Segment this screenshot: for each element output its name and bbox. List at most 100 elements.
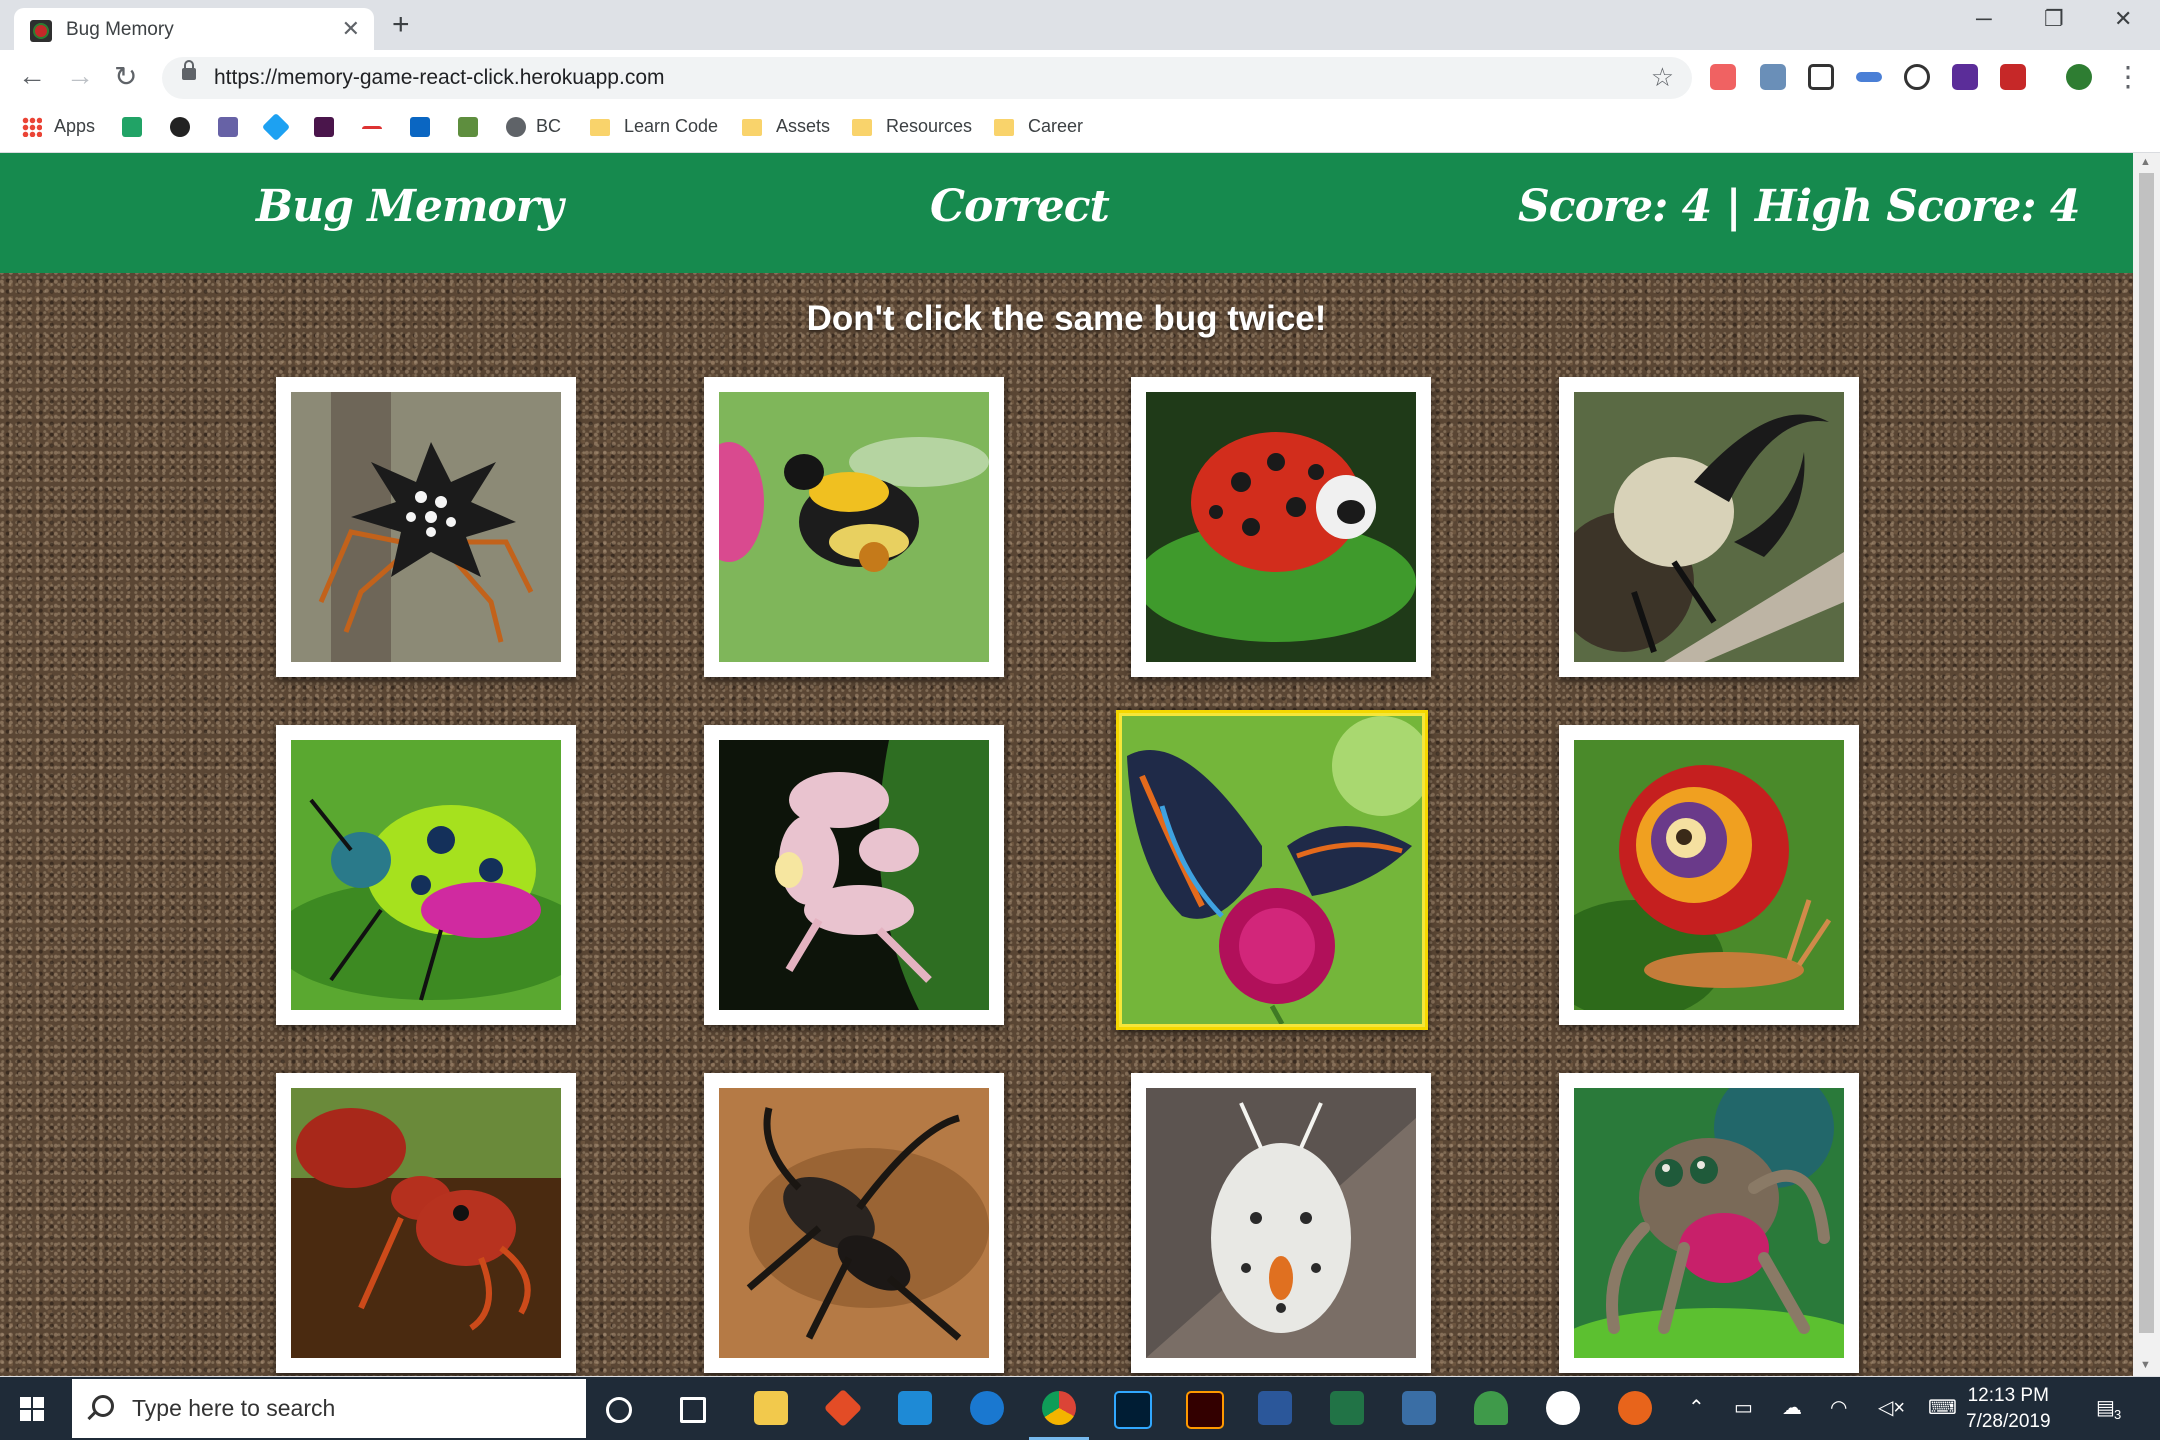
snail-image [1574,740,1844,1010]
file-explorer-icon[interactable] [754,1391,788,1425]
bug-card[interactable] [704,377,1004,677]
profile-avatar[interactable] [2066,64,2092,90]
bookmark-career[interactable]: Career [994,116,1083,137]
bookmark-github[interactable] [170,116,200,138]
extension-pen-icon[interactable] [1760,64,1786,90]
bookmark-star-icon[interactable]: ☆ [1651,62,1674,93]
bug-card[interactable] [1131,377,1431,677]
folder-icon [742,118,762,136]
bug-card[interactable] [1131,1073,1431,1373]
word-icon[interactable] [1258,1391,1292,1425]
back-arrow-icon[interactable]: ← [18,60,46,92]
bookmark-bc[interactable]: BC [506,116,561,138]
restore-icon[interactable]: ❐ [2044,6,2064,32]
whip-scorpion-image [719,1088,989,1358]
white-moth-image [1146,1088,1416,1358]
scroll-up-icon[interactable]: ▲ [2140,156,2151,168]
folder-icon [994,118,1014,136]
bug-card[interactable] [1559,725,1859,1025]
extension-transfer-icon[interactable] [1856,72,1882,82]
excel-icon[interactable] [1330,1391,1364,1425]
extension-circle-icon[interactable] [1904,64,1930,90]
bookmark-heroku[interactable] [218,116,248,138]
guess-status: Correct [930,181,1110,232]
chrome-icon[interactable] [1042,1391,1076,1425]
bookmark-resources[interactable]: Resources [852,116,972,137]
illustrator-icon[interactable] [1186,1391,1224,1429]
bug-card-highlighted[interactable] [1116,710,1428,1030]
slack-taskbar-icon[interactable] [1546,1391,1580,1425]
taskbar-search-box[interactable]: Type here to search [72,1379,586,1438]
battery-icon[interactable]: ▭ [1734,1395,1753,1420]
extension-arrow-icon[interactable] [1710,64,1736,90]
bookmark-shopify[interactable] [458,116,488,138]
clock-date: 7/28/2019 [1966,1411,2051,1432]
extension-red-icon[interactable] [2000,64,2026,90]
search-icon [92,1395,114,1417]
extension-capture-icon[interactable] [1808,64,1834,90]
cortana-icon[interactable] [606,1397,632,1423]
wifi-icon[interactable]: ◠ [1830,1395,1847,1420]
bug-card[interactable] [704,725,1004,1025]
forward-arrow-icon[interactable]: → [66,60,94,92]
scrollbar-thumb[interactable] [2139,173,2154,1333]
shopify-icon [458,117,478,138]
bug-card[interactable] [276,377,576,677]
minimize-icon[interactable]: ─ [1976,6,1992,32]
game-page: Bug Memory Correct Score: 4 | High Score… [0,153,2133,1376]
bookmark-assets[interactable]: Assets [742,116,830,137]
orchid-mantis-image [719,740,989,1010]
reload-icon[interactable]: ↻ [114,60,137,93]
hercules-beetle-image [1574,392,1844,662]
bug-card[interactable] [704,1073,1004,1373]
new-tab-button[interactable]: + [392,8,410,42]
vscode-icon[interactable] [898,1391,932,1425]
bookmark-icon-6[interactable] [362,116,392,137]
keyboard-icon[interactable]: ⌨ [1928,1395,1957,1420]
linkedin-icon [410,117,430,138]
bug-card[interactable] [1559,1073,1859,1373]
extension-check-icon[interactable] [1952,64,1978,90]
bookmark-linkedin[interactable] [410,116,440,138]
chrome-menu-icon[interactable]: ⋮ [2114,60,2142,93]
bug-card[interactable] [1559,377,1859,677]
notification-center-icon[interactable]: ▤ [2096,1395,2115,1420]
game-title: Bug Memory [256,181,564,232]
bookmark-icon-1[interactable] [122,116,152,138]
postman-icon[interactable] [1618,1391,1652,1425]
git-kraken-icon[interactable] [823,1388,863,1428]
close-window-icon[interactable]: ✕ [2114,6,2132,32]
heroku-icon [218,117,238,138]
globe-icon [506,117,526,138]
bookmark-apps[interactable]: Apps [22,116,95,138]
windows-start-icon[interactable] [20,1397,44,1421]
jewel-bug-image [291,740,561,1010]
bookmarks-bar: Apps BC Learn Code Assets Resources Care… [0,106,2160,153]
task-view-icon[interactable] [680,1397,706,1423]
scroll-down-icon[interactable]: ▼ [2140,1359,2151,1371]
address-bar[interactable]: https://memory-game-react-click.herokuap… [162,57,1692,99]
edge-icon[interactable] [970,1391,1004,1425]
tab-title: Bug Memory [66,19,174,40]
page-scrollbar[interactable]: ▲ ▼ [2133,153,2160,1376]
volume-muted-icon[interactable]: ◁× [1878,1395,1905,1420]
mysql-workbench-icon[interactable] [1402,1391,1436,1425]
ladybug-image [1146,392,1416,662]
bull-ant-image [291,1088,561,1358]
browser-tab[interactable]: Bug Memory ✕ [14,8,374,50]
bookmark-icon-4[interactable] [261,113,296,142]
show-hidden-icons-icon[interactable]: ⌃ [1688,1395,1705,1420]
github-icon [170,117,190,138]
bug-card[interactable] [276,725,576,1025]
notification-count-badge: 3 [2114,1407,2122,1422]
bug-card[interactable] [276,1073,576,1373]
robo-3t-icon[interactable] [1474,1391,1508,1425]
taskbar-clock[interactable]: 12:13 PM 7/28/2019 [1966,1383,2051,1435]
bookmark-learn-code[interactable]: Learn Code [590,116,718,137]
bookmark-slack[interactable] [314,116,344,138]
close-tab-icon[interactable]: ✕ [342,16,360,42]
windows-taskbar: Type here to search ⌃ ▭ ☁ ◠ ◁× ⌨ 12:13 P… [0,1377,2160,1440]
photoshop-icon[interactable] [1114,1391,1152,1429]
onedrive-icon[interactable]: ☁ [1782,1395,1802,1420]
search-placeholder: Type here to search [132,1395,336,1421]
